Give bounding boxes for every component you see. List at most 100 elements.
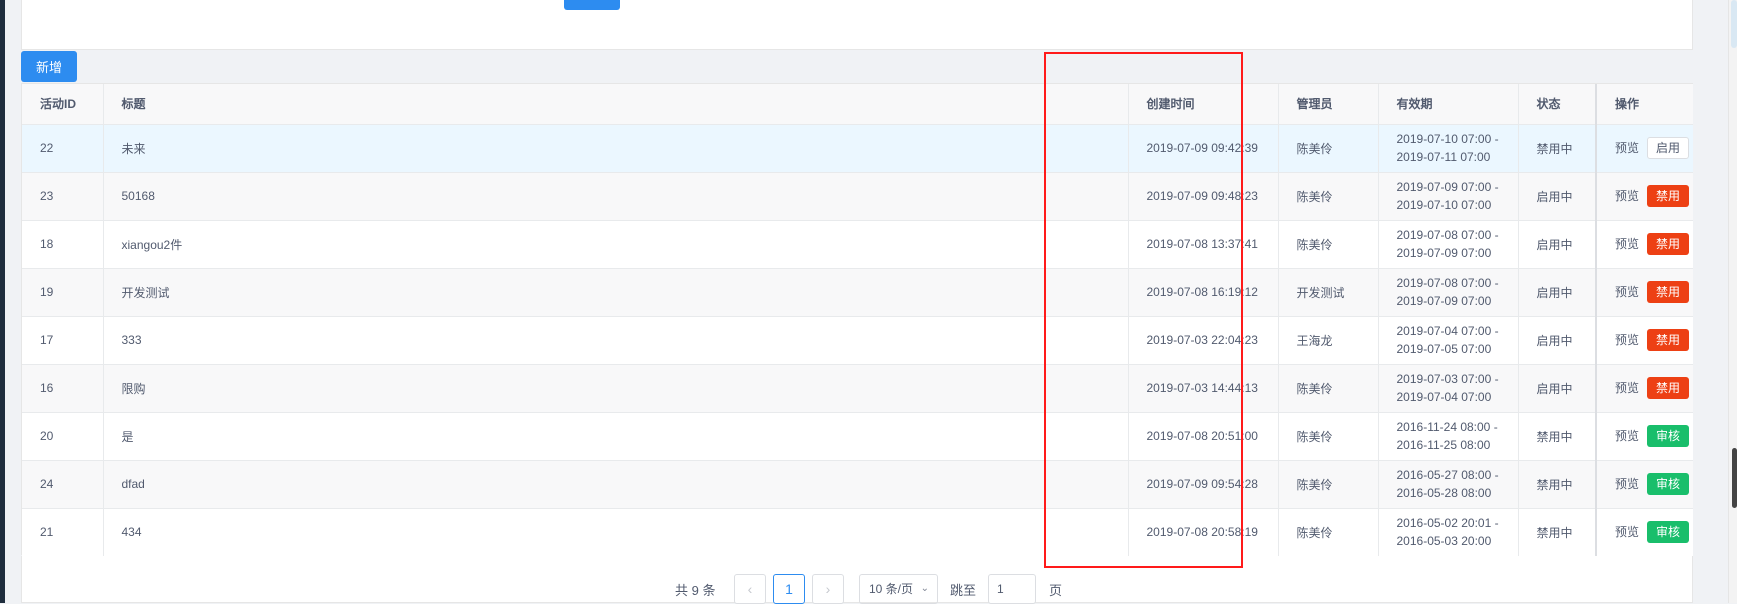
cell-activity-id: 23 (22, 172, 104, 221)
cell-admin: 陈美伶 (1278, 412, 1379, 461)
cell-operations: 预览 审核 (1595, 460, 1693, 509)
table-row[interactable]: 21 434 2019-07-08 20:58:19 陈美伶 2016-05-02 20… (22, 508, 1693, 557)
validity-start: 2019-07-04 07:00 - (1396, 324, 1499, 338)
cell-status: 启用中 (1518, 364, 1597, 413)
cell-validity: 2016-05-27 08:00 - 2016-05-28 08:00 (1378, 460, 1519, 509)
cell-status: 禁用中 (1518, 412, 1597, 461)
sidebar-edge (0, 0, 5, 603)
preview-link[interactable]: 预览 (1615, 283, 1639, 300)
cell-created-time: 2019-07-03 14:44:13 (1128, 364, 1279, 413)
cell-operations: 预览 启用 (1595, 124, 1693, 173)
preview-link[interactable]: 预览 (1615, 427, 1639, 444)
validity-start: 2019-07-08 07:00 - (1396, 276, 1499, 290)
cell-created-time: 2019-07-08 16:19:12 (1128, 268, 1279, 317)
header-status: 状态 (1518, 84, 1597, 125)
cell-activity-id: 19 (22, 268, 104, 317)
cell-operations: 预览 禁用 (1595, 220, 1693, 269)
cell-title: 限购 (103, 364, 1129, 413)
table-row[interactable]: 20 是 2019-07-08 20:51:00 陈美伶 2016-11-24 08:0… (22, 412, 1693, 461)
validity-end: 2019-07-09 07:00 (1396, 246, 1492, 260)
page-number-button[interactable]: 1 (773, 574, 805, 604)
header-title: 标题 (103, 84, 1129, 125)
header-created-time: 创建时间 (1128, 84, 1279, 125)
table-row[interactable]: 24 dfad 2019-07-09 09:54:28 陈美伶 2016-05-27 0… (22, 460, 1693, 509)
preview-link[interactable]: 预览 (1615, 331, 1639, 348)
cell-title: 434 (103, 508, 1129, 557)
table-row[interactable]: 17 333 2019-07-03 22:04:23 王海龙 2019-07-04 07… (22, 316, 1693, 365)
validity-end: 2016-05-03 20:00 (1396, 534, 1492, 548)
cell-title: 是 (103, 412, 1129, 461)
disable-button[interactable]: 禁用 (1647, 377, 1690, 399)
preview-link[interactable]: 预览 (1615, 475, 1639, 492)
validity-start: 2019-07-10 07:00 - (1396, 132, 1499, 146)
preview-link[interactable]: 预览 (1615, 187, 1639, 204)
scrollbar[interactable] (1728, 0, 1737, 603)
cell-validity: 2019-07-09 07:00 - 2019-07-10 07:00 (1378, 172, 1519, 221)
cell-operations: 预览 禁用 (1595, 172, 1693, 221)
table-row[interactable]: 18 xiangou2件 2019-07-08 13:37:41 陈美伶 2019-07… (22, 220, 1693, 269)
next-page-button[interactable]: › (812, 574, 844, 604)
validity-start: 2019-07-08 07:00 - (1396, 228, 1499, 242)
preview-link[interactable]: 预览 (1615, 379, 1639, 396)
cell-operations: 预览 禁用 (1595, 316, 1693, 365)
preview-link[interactable]: 预览 (1615, 235, 1639, 252)
page-suffix: 页 (1049, 583, 1063, 598)
disable-button[interactable]: 禁用 (1647, 281, 1690, 303)
jump-label: 跳至 (950, 583, 977, 598)
cell-admin: 陈美伶 (1278, 460, 1379, 509)
enable-button[interactable]: 启用 (1647, 137, 1690, 159)
cell-operations: 预览 禁用 (1595, 364, 1693, 413)
cell-admin: 陈美伶 (1278, 172, 1379, 221)
audit-button[interactable]: 审核 (1647, 521, 1690, 543)
cell-validity: 2019-07-03 07:00 - 2019-07-04 07:00 (1378, 364, 1519, 413)
cell-created-time: 2019-07-09 09:54:28 (1128, 460, 1279, 509)
chevron-right-icon: › (825, 581, 831, 597)
table-row[interactable]: 23 50168 2019-07-09 09:48:23 陈美伶 2019-07-09 … (22, 172, 1693, 221)
validity-start: 2016-11-24 08:00 - (1396, 420, 1498, 434)
table-row[interactable]: 16 限购 2019-07-03 14:44:13 陈美伶 2019-07-03 07:… (22, 364, 1693, 413)
cell-admin: 陈美伶 (1278, 124, 1379, 173)
table-row[interactable]: 19 开发测试 2019-07-08 16:19:12 开发测试 2019-07-08 … (22, 268, 1693, 317)
cell-activity-id: 16 (22, 364, 104, 413)
cell-validity: 2019-07-08 07:00 - 2019-07-09 07:00 (1378, 268, 1519, 317)
page-size-select[interactable]: 10 条/页 ⌄ (859, 574, 938, 604)
validity-end: 2019-07-10 07:00 (1396, 198, 1492, 212)
header-operations: 操作 (1595, 84, 1693, 125)
disable-button[interactable]: 禁用 (1647, 329, 1690, 351)
cell-admin: 陈美伶 (1278, 364, 1379, 413)
preview-link[interactable]: 预览 (1615, 139, 1639, 156)
cell-activity-id: 24 (22, 460, 104, 509)
prev-page-button[interactable]: ‹ (734, 574, 766, 604)
cell-validity: 2016-05-02 20:01 - 2016-05-03 20:00 (1378, 508, 1519, 557)
table-row[interactable]: 22 未来 2019-07-09 09:42:39 陈美伶 2019-07-10 07:… (22, 124, 1693, 173)
preview-link[interactable]: 预览 (1615, 523, 1639, 540)
validity-start: 2016-05-27 08:00 - (1396, 468, 1499, 482)
audit-button[interactable]: 审核 (1647, 425, 1690, 447)
validity-start: 2016-05-02 20:01 - (1396, 516, 1499, 530)
header-activity-id: 活动ID (22, 84, 104, 125)
add-button[interactable]: 新增 (21, 51, 77, 82)
scrollbar-thumb[interactable] (1732, 448, 1737, 508)
cell-created-time: 2019-07-09 09:48:23 (1128, 172, 1279, 221)
cell-title: 未来 (103, 124, 1129, 173)
filter-panel (21, 0, 1693, 50)
cell-status: 启用中 (1518, 316, 1597, 365)
disable-button[interactable]: 禁用 (1647, 185, 1690, 207)
cell-status: 禁用中 (1518, 460, 1597, 509)
cell-status: 启用中 (1518, 172, 1597, 221)
cell-created-time: 2019-07-08 13:37:41 (1128, 220, 1279, 269)
cell-status: 启用中 (1518, 268, 1597, 317)
disable-button[interactable]: 禁用 (1647, 233, 1690, 255)
audit-button[interactable]: 审核 (1647, 473, 1690, 495)
jump-page-input[interactable] (988, 574, 1036, 604)
cell-validity: 2019-07-10 07:00 - 2019-07-11 07:00 (1378, 124, 1519, 173)
cell-status: 禁用中 (1518, 124, 1597, 173)
cell-validity: 2019-07-04 07:00 - 2019-07-05 07:00 (1378, 316, 1519, 365)
search-button[interactable] (564, 0, 620, 10)
cell-activity-id: 17 (22, 316, 104, 365)
cell-title: xiangou2件 (103, 220, 1129, 269)
header-admin: 管理员 (1278, 84, 1379, 125)
cell-admin: 陈美伶 (1278, 220, 1379, 269)
cell-created-time: 2019-07-08 20:58:19 (1128, 508, 1279, 557)
activity-table: 活动ID 标题 创建时间 管理员 有效期 状态 操作 22 未来 2019-07-0… (21, 83, 1693, 557)
